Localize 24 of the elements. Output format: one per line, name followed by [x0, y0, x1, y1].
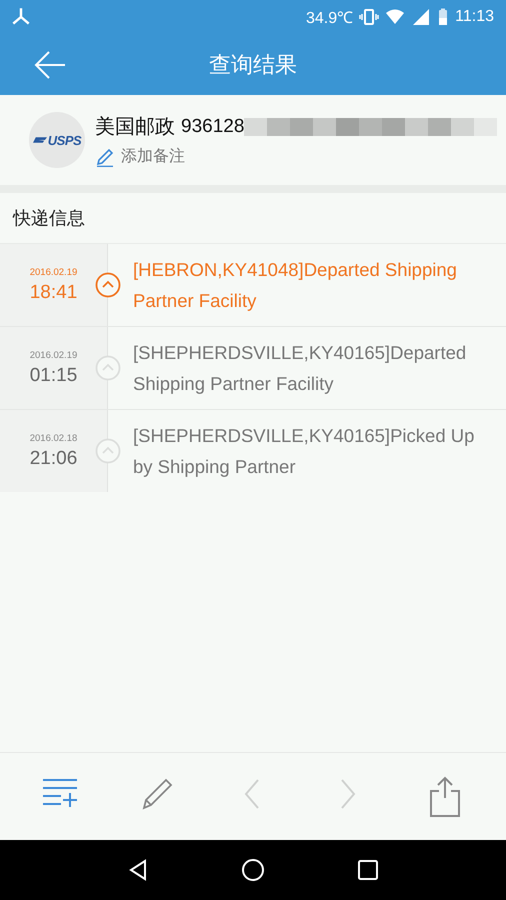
temperature-text: 34.9℃	[306, 9, 354, 28]
event-description: [SHEPHERDSVILLE,KY40165]Departed Shipping Partner Facility	[133, 341, 468, 396]
recents-icon[interactable]	[356, 858, 380, 882]
event-date: 2016.02.19	[30, 350, 78, 360]
page-title: 查询结果	[208, 52, 298, 80]
event-date: 2016.02.18	[30, 432, 78, 444]
event-time: 01:15	[30, 364, 78, 386]
carrier-logo: USPS	[29, 112, 85, 168]
signal-icon	[411, 7, 432, 27]
carrier-name: 美国邮政	[95, 113, 175, 140]
event-description: [HEBRON,KY41048]Departed Shipping Partner Facility	[133, 258, 458, 313]
add-note-link[interactable]: 添加备注	[95, 146, 498, 167]
vibrate-icon	[359, 7, 380, 27]
event-time: 18:41	[30, 282, 78, 304]
section-title: 快递信息	[13, 207, 85, 230]
event-description: [SHEPHERDSVILLE,KY40165]Picked Up by Shipping Partner	[133, 424, 476, 479]
back-button[interactable]	[33, 50, 67, 80]
home-icon[interactable]	[240, 858, 265, 882]
battery-icon	[437, 7, 450, 27]
event-time: 21:06	[30, 448, 78, 470]
pencil-icon	[95, 146, 115, 166]
event-date: 2016.02.19	[30, 266, 78, 278]
clock-text: 11:13	[455, 8, 494, 26]
tracking-number: 936128	[181, 116, 244, 138]
